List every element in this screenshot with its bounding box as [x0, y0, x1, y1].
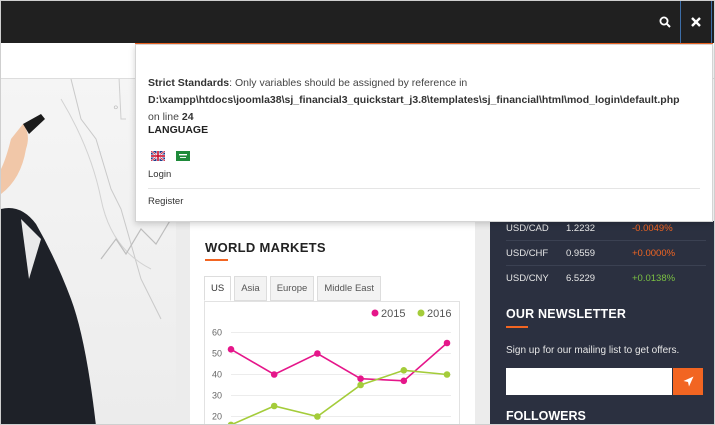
currency-change: +0.0138%: [632, 273, 676, 284]
currency-change: -0.0049%: [632, 222, 673, 234]
newsletter-submit-button[interactable]: [673, 368, 703, 395]
divider: [148, 188, 700, 189]
data-point-2016: [314, 413, 321, 420]
followers-title: FOLLOWERS: [506, 409, 586, 423]
english-uk-flag[interactable]: [150, 148, 166, 162]
tab-asia[interactable]: Asia: [234, 276, 267, 301]
warning-text: : Only variables should be assigned by r…: [229, 77, 468, 89]
data-point-2016: [357, 381, 364, 389]
top-navbar: [1, 1, 714, 43]
legend-label: 2015: [381, 308, 405, 320]
send-icon: [683, 376, 693, 387]
saudi-flag-icon: [176, 151, 190, 161]
currency-pair: USD/CNY: [506, 273, 549, 284]
register-link[interactable]: Register: [148, 196, 183, 207]
close-icon: [691, 17, 701, 27]
y-tick-label: 50: [212, 349, 222, 359]
world-markets-title: WORLD MARKETS: [205, 240, 326, 255]
title-underline: [205, 259, 228, 261]
warning-line-prefix: on line: [148, 111, 182, 123]
market-chart-svg: 20 30 40 50 60 2015 2016: [212, 308, 451, 424]
data-point-2015: [400, 377, 408, 385]
world-markets-panel: WORLD MARKETS US Asia Europe Middle East…: [190, 221, 475, 424]
uk-flag-icon: [150, 150, 166, 162]
tab-europe[interactable]: Europe: [269, 276, 315, 301]
svg-text:°: °: [113, 102, 119, 118]
currency-value: 0.9559: [566, 247, 596, 259]
login-link[interactable]: Login: [148, 169, 171, 180]
login-dropdown-popup: Strict Standards: Only variables should …: [135, 44, 713, 222]
right-sidebar: USD/CAD 1.2232 -0.0049% USD/CHF 0.9559 +…: [490, 221, 714, 424]
series-line-2015: [230, 342, 448, 382]
data-point-2015: [443, 339, 451, 347]
title-underline: [506, 326, 528, 328]
market-chart: 20 30 40 50 60 2015 2016: [204, 301, 460, 424]
warning-label: Strict Standards: [148, 77, 230, 89]
currency-pair: USD/CAD: [506, 222, 549, 234]
warning-path: D:\xampp\htdocs\joomla38\sj_financial3_q…: [148, 94, 680, 106]
php-warning-message: Strict Standards: Only variables should …: [148, 75, 708, 126]
data-point-2015: [357, 375, 364, 382]
data-point-2016: [400, 367, 408, 374]
currency-pair: USD/CHF: [506, 247, 549, 259]
newsletter-text: Sign up for our mailing list to get offe…: [506, 345, 680, 356]
currency-value: 6.5229: [566, 273, 596, 284]
legend-label: 2016: [427, 308, 451, 320]
arabic-flag[interactable]: [176, 148, 190, 161]
data-point-2016: [443, 371, 451, 378]
newsletter-email-input[interactable]: [506, 368, 672, 395]
close-button[interactable]: [680, 1, 712, 43]
currency-value: 1.2232: [566, 222, 596, 234]
legend-marker: [417, 309, 425, 317]
y-tick-label: 20: [212, 412, 222, 422]
y-tick-label: 30: [212, 391, 222, 401]
legend-marker: [371, 309, 379, 317]
currency-row: USD/CHF 0.9559 +0.0000%: [506, 241, 706, 266]
page: ° WORLD MARKETS US Asia Europe Middle Ea…: [0, 0, 715, 425]
data-point-2016: [227, 421, 235, 424]
tab-us[interactable]: US: [204, 276, 232, 301]
data-point-2015: [314, 350, 321, 357]
market-tabs: US Asia Europe Middle East: [204, 276, 381, 301]
search-button[interactable]: [649, 1, 681, 43]
tab-middle-east[interactable]: Middle East: [317, 276, 381, 301]
data-point-2015: [270, 371, 278, 378]
language-heading: LANGUAGE: [148, 124, 209, 136]
warning-line-number: 24: [181, 111, 194, 123]
y-tick-label: 60: [212, 328, 222, 338]
data-point-2015: [227, 346, 235, 353]
currency-row: USD/CNY 6.5229 +0.0138%: [506, 266, 706, 291]
newsletter-title: OUR NEWSLETTER: [506, 307, 627, 321]
currency-change: +0.0000%: [632, 247, 676, 259]
y-tick-label: 40: [212, 370, 222, 380]
data-point-2016: [270, 402, 278, 410]
search-icon: [659, 16, 671, 28]
